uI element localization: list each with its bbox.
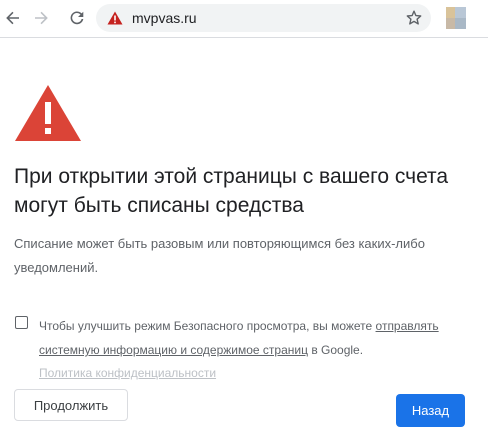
star-icon[interactable] [405,9,423,27]
warning-triangle-icon [14,84,82,142]
browser-toolbar: mvpvas.ru [0,0,488,38]
optin-suffix: в Google. [307,343,364,357]
optin-checkbox[interactable] [15,316,28,329]
warning-description: Списание может быть разовым или повторяю… [14,236,425,275]
privacy-policy-link[interactable]: Политика конфиденциальности [39,364,216,382]
optin-prefix: Чтобы улучшить режим Безопасного просмот… [39,319,376,333]
extension-icon[interactable] [446,7,466,29]
forward-arrow-icon[interactable] [30,7,52,29]
url-text[interactable]: mvpvas.ru [132,10,197,26]
reload-icon[interactable] [66,7,88,29]
continue-button[interactable]: Продолжить [14,389,128,421]
not-secure-warning-icon[interactable] [107,11,123,25]
optin-text: Чтобы улучшить режим Безопасного просмот… [39,314,479,362]
address-bar[interactable]: mvpvas.ru [96,4,431,32]
back-arrow-icon[interactable] [2,7,24,29]
browser-window: mvpvas.ru При открытии этой страницы с в… [0,0,488,445]
page-title: При открытии этой страницы с вашего счет… [14,165,449,217]
back-button[interactable]: Назад [396,394,465,427]
